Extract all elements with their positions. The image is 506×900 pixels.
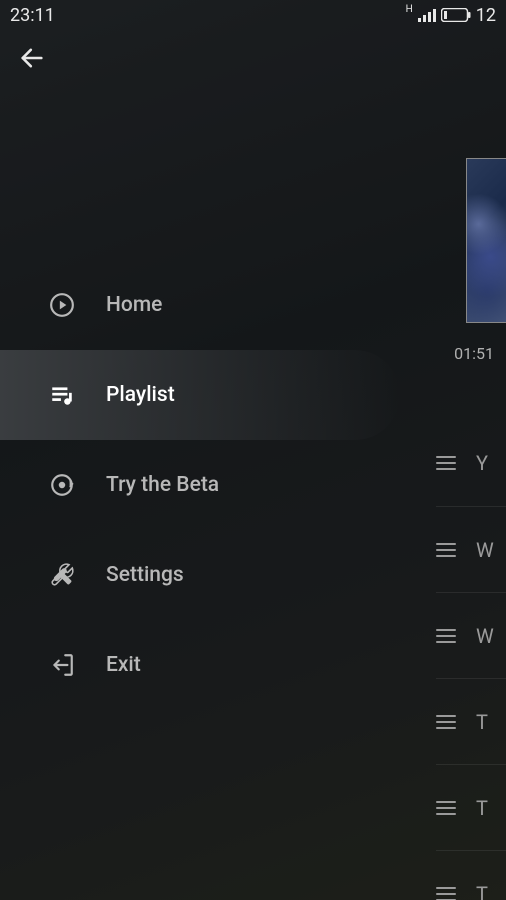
menu-label: Settings [106, 563, 184, 587]
track-initial: W [476, 624, 494, 648]
track-initial: W [476, 538, 494, 562]
battery-percent: 12 [476, 5, 496, 26]
list-item[interactable]: T [436, 850, 506, 900]
menu-item-playlist[interactable]: Playlist [0, 350, 400, 440]
menu-label: Exit [106, 653, 141, 677]
menu-item-home[interactable]: Home [0, 260, 400, 350]
tools-icon [48, 561, 76, 589]
drag-handle-icon[interactable] [436, 887, 456, 900]
menu-label: Try the Beta [106, 473, 219, 497]
playlist-icon [48, 381, 76, 409]
menu-label: Playlist [106, 383, 175, 407]
menu-label: Home [106, 293, 162, 317]
refresh-icon [48, 471, 76, 499]
battery-icon [441, 8, 471, 22]
menu-item-try-beta[interactable]: Try the Beta [0, 440, 400, 530]
track-initial: Y [476, 451, 488, 475]
navigation-drawer: Home Playlist Try the Beta Settings Exit [0, 0, 400, 900]
track-initial: T [476, 710, 488, 734]
play-circle-icon [48, 291, 76, 319]
drag-handle-icon[interactable] [436, 629, 456, 643]
network-type-indicator: H [406, 4, 413, 15]
drag-handle-icon[interactable] [436, 456, 456, 470]
background-track-list: Y W W T T T [436, 420, 506, 900]
album-art-thumbnail [466, 158, 506, 323]
list-item[interactable]: T [436, 764, 506, 850]
signal-icon [418, 8, 436, 22]
drag-handle-icon[interactable] [436, 543, 456, 557]
exit-icon [48, 651, 76, 679]
track-initial: T [476, 796, 488, 820]
drag-handle-icon[interactable] [436, 715, 456, 729]
menu-item-exit[interactable]: Exit [0, 620, 400, 710]
list-item[interactable]: W [436, 592, 506, 678]
list-item[interactable]: T [436, 678, 506, 764]
track-initial: T [476, 882, 488, 900]
list-item[interactable]: W [436, 506, 506, 592]
playback-elapsed-time: 01:51 [454, 344, 494, 363]
drag-handle-icon[interactable] [436, 801, 456, 815]
list-item[interactable]: Y [436, 420, 506, 506]
menu-item-settings[interactable]: Settings [0, 530, 400, 620]
